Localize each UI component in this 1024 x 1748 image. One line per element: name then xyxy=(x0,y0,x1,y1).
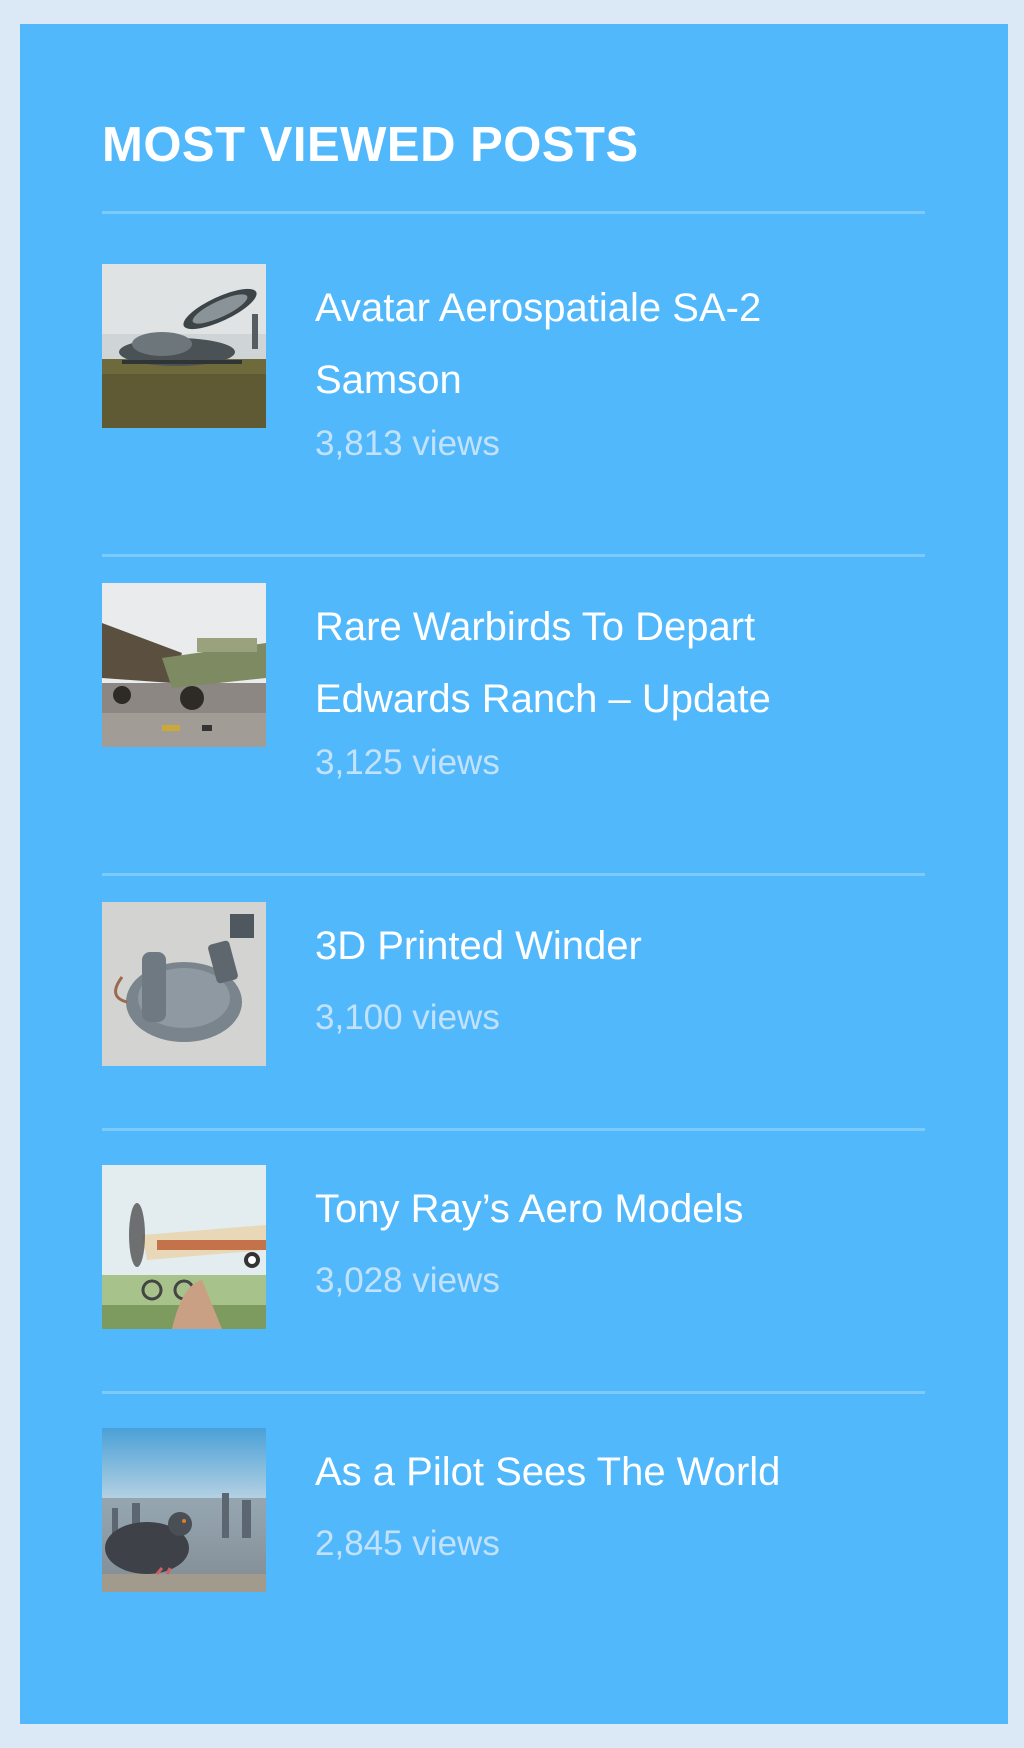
post-title-link[interactable]: As a Pilot Sees The World xyxy=(315,1436,875,1508)
post-thumbnail[interactable] xyxy=(102,902,266,1066)
post-view-count: 3,028 views xyxy=(315,1261,500,1300)
post-divider xyxy=(102,873,925,876)
title-divider xyxy=(102,211,925,214)
winder-photo-icon xyxy=(102,902,266,1066)
warbird-photo-icon xyxy=(102,583,266,747)
most-viewed-posts-widget: MOST VIEWED POSTS Avatar Aerospatiale SA… xyxy=(20,24,1008,1724)
post-divider xyxy=(102,1128,925,1131)
post-title-link[interactable]: Rare Warbirds To Depart Edwards Ranch – … xyxy=(315,591,875,735)
post-divider xyxy=(102,1391,925,1394)
post-view-count: 3,100 views xyxy=(315,998,500,1037)
model-plane-photo-icon xyxy=(102,1165,266,1329)
post-divider xyxy=(102,554,925,557)
post-title-link[interactable]: 3D Printed Winder xyxy=(315,910,875,982)
post-thumbnail[interactable] xyxy=(102,1165,266,1329)
post-title-link[interactable]: Tony Ray’s Aero Models xyxy=(315,1173,875,1245)
post-thumbnail[interactable] xyxy=(102,583,266,747)
post-thumbnail[interactable] xyxy=(102,1428,266,1592)
post-view-count: 2,845 views xyxy=(315,1524,500,1563)
pigeon-city-photo-icon xyxy=(102,1428,266,1592)
post-view-count: 3,813 views xyxy=(315,424,500,463)
post-title-link[interactable]: Avatar Aerospatiale SA-2 Samson xyxy=(315,272,875,416)
aircraft-photo-icon xyxy=(102,264,266,428)
widget-title: MOST VIEWED POSTS xyxy=(102,118,639,172)
post-view-count: 3,125 views xyxy=(315,743,500,782)
post-thumbnail[interactable] xyxy=(102,264,266,428)
